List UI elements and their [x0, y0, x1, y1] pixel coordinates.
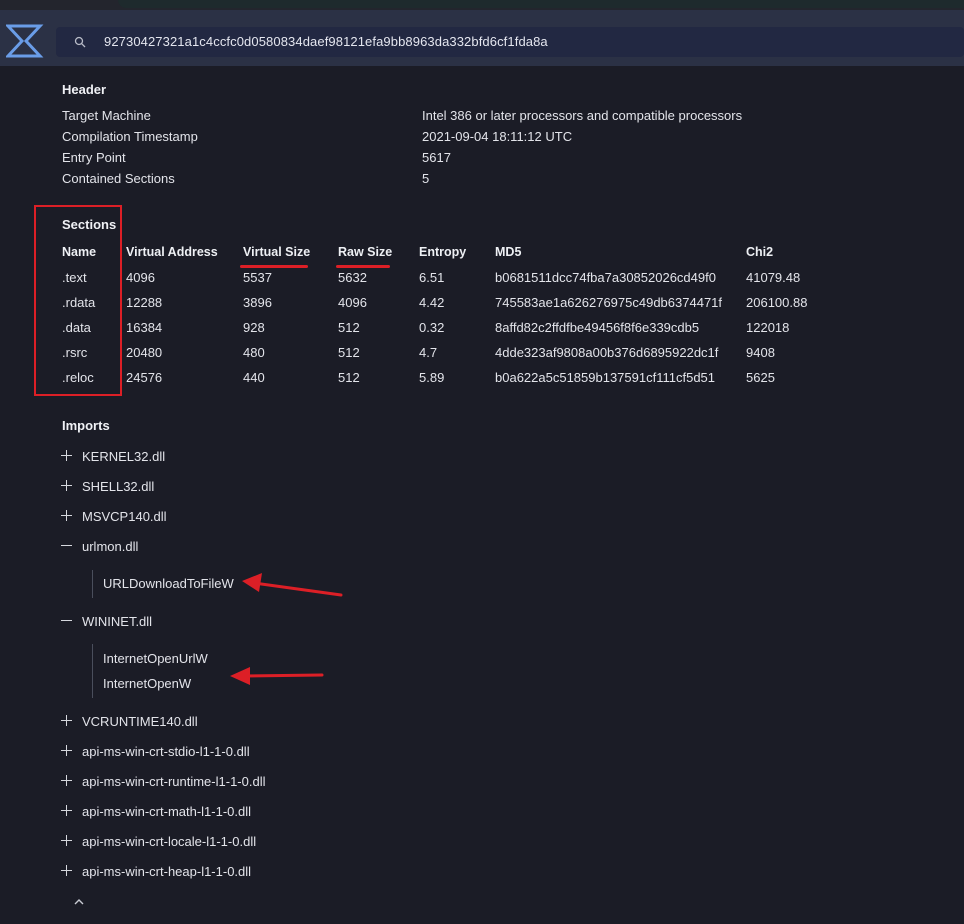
dll-kernel32[interactable]: KERNEL32.dll [82, 449, 165, 464]
sigma-logo-icon[interactable] [6, 24, 44, 58]
section-cell-virtual-size: 440 [243, 370, 265, 385]
search-icon [74, 36, 86, 48]
section-cell-virtual-size: 928 [243, 320, 265, 335]
section-cell-virtual-address: 4096 [126, 270, 155, 285]
header-label-contained-sections: Contained Sections [62, 171, 175, 186]
imports-title: Imports [62, 418, 110, 433]
header-label-target-machine: Target Machine [62, 108, 151, 123]
header-value-entry-point: 5617 [422, 150, 451, 165]
minus-icon[interactable] [61, 615, 72, 626]
section-cell-virtual-size: 5537 [243, 270, 272, 285]
header-value-target-machine: Intel 386 or later processors and compat… [422, 108, 743, 123]
top-bar: 92730427321a1c4ccfc0d0580834daef98121efa… [0, 10, 964, 66]
search-bar[interactable]: 92730427321a1c4ccfc0d0580834daef98121efa… [56, 27, 964, 57]
annotation-underline-virtual-size [240, 265, 308, 268]
header-title: Header [62, 82, 107, 97]
section-cell-chi2: 206100.88 [746, 295, 808, 310]
section-cell-entropy: 4.7 [419, 345, 438, 360]
plus-icon[interactable] [61, 715, 72, 726]
plus-icon[interactable] [61, 835, 72, 846]
minus-icon[interactable] [61, 540, 72, 551]
section-cell-chi2: 122018 [746, 320, 790, 335]
section-cell-virtual-size: 480 [243, 345, 265, 360]
dll-urlmon[interactable]: urlmon.dll [82, 539, 138, 554]
dll-crt-math[interactable]: api-ms-win-crt-math-l1-1-0.dll [82, 804, 251, 819]
plus-icon[interactable] [61, 480, 72, 491]
function-urldownloadtofilew: URLDownloadToFileW [103, 576, 234, 591]
plus-icon[interactable] [61, 775, 72, 786]
section-cell-entropy: 6.51 [419, 270, 445, 285]
plus-icon[interactable] [61, 450, 72, 461]
dll-wininet[interactable]: WININET.dll [82, 614, 152, 629]
plus-icon[interactable] [61, 745, 72, 756]
tree-guide-line [92, 570, 93, 598]
col-md5: MD5 [495, 245, 522, 259]
annotation-box [34, 205, 122, 396]
function-internetopenw: InternetOpenW [103, 676, 192, 691]
plus-icon[interactable] [61, 510, 72, 521]
section-cell-md5: b0a622a5c51859b137591cf111cf5d51 [495, 370, 716, 385]
section-cell-raw-size: 5632 [338, 270, 367, 285]
header-label-entry-point: Entry Point [62, 150, 126, 165]
col-virtual-address: Virtual Address [126, 245, 218, 259]
section-cell-raw-size: 512 [338, 370, 360, 385]
col-virtual-size: Virtual Size [243, 245, 311, 259]
section-cell-raw-size: 4096 [338, 295, 367, 310]
col-raw-size: Raw Size [338, 245, 393, 259]
function-internetopenurlw: InternetOpenUrlW [103, 651, 208, 666]
tree-guide-line [92, 644, 93, 698]
section-cell-md5: 745583ae1a626276975c49db6374471f [495, 295, 723, 310]
section-cell-md5: 4dde323af9808a00b376d6895922dc1f [495, 345, 719, 360]
section-cell-virtual-address: 16384 [126, 320, 163, 335]
plus-icon[interactable] [61, 805, 72, 816]
section-cell-virtual-size: 3896 [243, 295, 272, 310]
header-label-compilation-timestamp: Compilation Timestamp [62, 129, 198, 144]
chevron-up-icon[interactable] [72, 897, 86, 907]
section-cell-entropy: 0.32 [419, 320, 445, 335]
section-cell-md5: 8affd82c2ffdfbe49456f8f6e339cdb5 [495, 320, 700, 335]
section-cell-raw-size: 512 [338, 345, 360, 360]
browser-tab-edge [118, 0, 964, 8]
dll-msvcp140[interactable]: MSVCP140.dll [82, 509, 167, 524]
dll-crt-stdio[interactable]: api-ms-win-crt-stdio-l1-1-0.dll [82, 744, 250, 759]
annotation-underline-raw-size [336, 265, 390, 268]
section-cell-virtual-address: 12288 [126, 295, 163, 310]
section-cell-md5: b0681511dcc74fba7a30852026cd49f0 [495, 270, 716, 285]
dll-crt-heap[interactable]: api-ms-win-crt-heap-l1-1-0.dll [82, 864, 251, 879]
dll-crt-runtime[interactable]: api-ms-win-crt-runtime-l1-1-0.dll [82, 774, 265, 789]
col-chi2: Chi2 [746, 245, 774, 259]
header-value-compilation-timestamp: 2021-09-04 18:11:12 UTC [422, 129, 573, 144]
section-cell-virtual-address: 24576 [126, 370, 163, 385]
plus-icon[interactable] [61, 865, 72, 876]
section-cell-virtual-address: 20480 [126, 345, 163, 360]
section-cell-entropy: 5.89 [419, 370, 445, 385]
browser-top-strip [0, 0, 964, 10]
section-cell-chi2: 9408 [746, 345, 775, 360]
section-cell-entropy: 4.42 [419, 295, 445, 310]
section-cell-chi2: 5625 [746, 370, 775, 385]
dll-shell32[interactable]: SHELL32.dll [82, 479, 154, 494]
section-cell-raw-size: 512 [338, 320, 360, 335]
annotation-arrow [242, 573, 343, 597]
dll-vcruntime140[interactable]: VCRUNTIME140.dll [82, 714, 198, 729]
annotation-arrow [230, 667, 324, 685]
section-cell-chi2: 41079.48 [746, 270, 801, 285]
search-input[interactable]: 92730427321a1c4ccfc0d0580834daef98121efa… [104, 34, 548, 49]
col-entropy: Entropy [419, 245, 467, 259]
header-value-contained-sections: 5 [422, 171, 430, 186]
dll-crt-locale[interactable]: api-ms-win-crt-locale-l1-1-0.dll [82, 834, 256, 849]
